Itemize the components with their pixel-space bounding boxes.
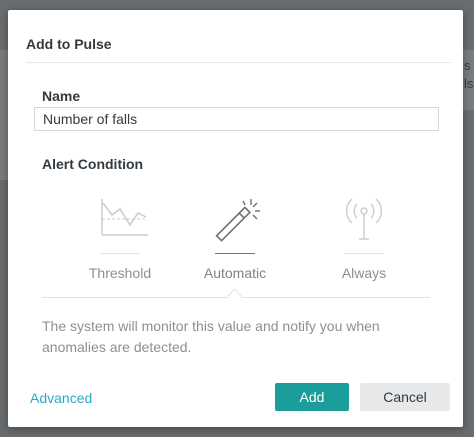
selected-option-caret (226, 288, 243, 305)
option-automatic-label: Automatic (203, 265, 267, 281)
option-automatic[interactable]: Automatic (175, 193, 295, 283)
background-panel-left (0, 50, 8, 180)
dialog-title: Add to Pulse (26, 36, 112, 52)
option-always-label: Always (341, 265, 387, 281)
background-text-fragment: ls (464, 76, 474, 91)
option-threshold[interactable]: Threshold (60, 193, 180, 283)
option-threshold-label: Threshold (88, 265, 152, 281)
magic-wand-icon (215, 199, 260, 242)
background-text-fragment: s (464, 58, 471, 73)
advanced-link[interactable]: Advanced (30, 390, 92, 406)
alert-condition-label: Alert Condition (42, 156, 144, 172)
cancel-button[interactable]: Cancel (360, 383, 450, 411)
add-to-pulse-dialog: Add to Pulse Name Alert Condition Thresh… (8, 10, 463, 427)
name-input[interactable] (34, 107, 439, 131)
option-underline-selected (215, 253, 255, 254)
option-underline (100, 253, 140, 254)
alert-description: The system will monitor this value and n… (42, 318, 380, 355)
option-always[interactable]: Always (304, 193, 424, 283)
title-divider (26, 62, 451, 63)
threshold-chart-icon (101, 199, 148, 236)
name-label: Name (42, 88, 81, 104)
add-button[interactable]: Add (275, 383, 349, 411)
option-underline (344, 253, 384, 254)
broadcast-antenna-icon (345, 198, 383, 240)
